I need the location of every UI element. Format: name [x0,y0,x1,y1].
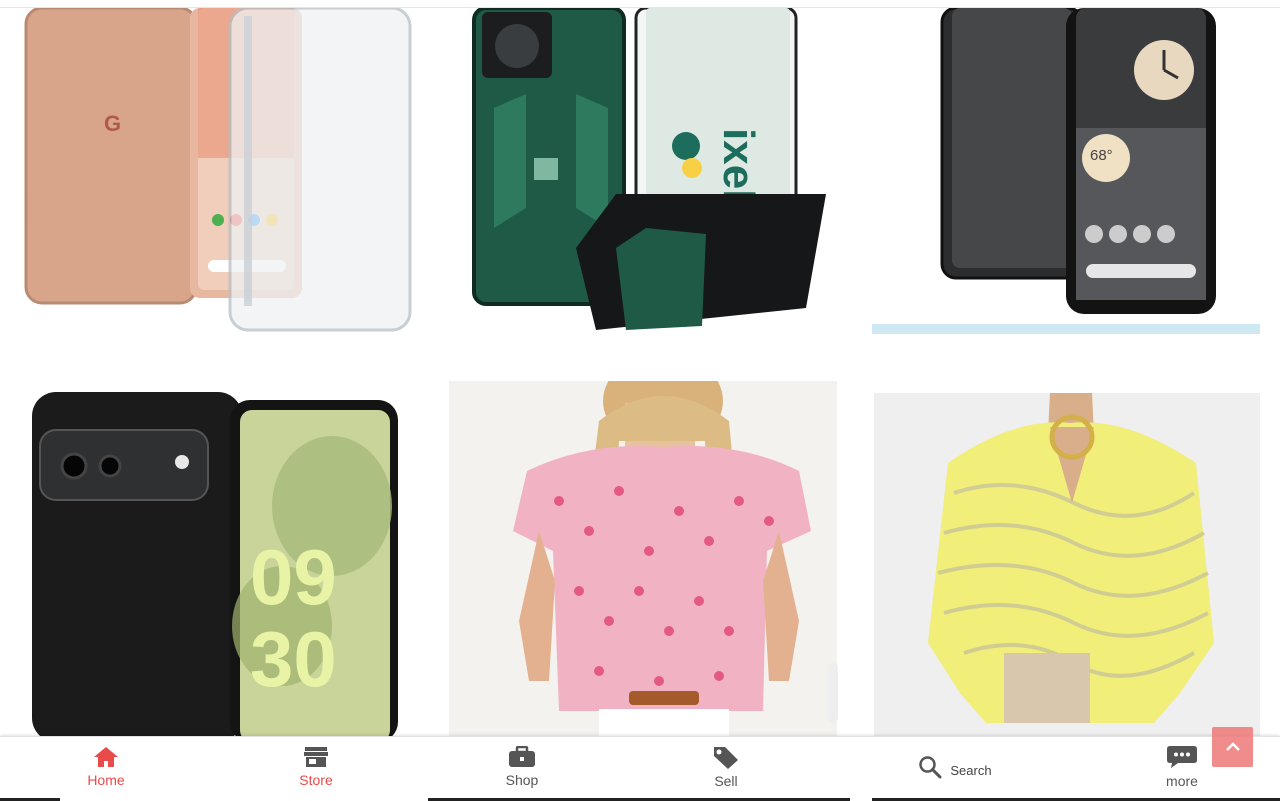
chevron-up-icon [1225,742,1240,751]
carousel-scroll-handle[interactable] [828,663,838,723]
product-card-black-rugged-case[interactable]: 09 30 [22,386,414,736]
nav-sell[interactable]: Sell [682,737,770,797]
product-card-clear-phone-case[interactable]: G [22,8,414,334]
nav-sell-label: Sell [714,773,738,789]
search-icon [919,756,942,779]
nav-shop[interactable]: Shop [478,737,566,797]
home-icon [94,747,118,767]
nav-home[interactable]: Home [62,737,150,797]
product-card-black-slim-case[interactable]: 68° [872,8,1260,334]
green-kickstand-case-image: ixel 6a [472,8,826,330]
black-slim-case-image: 68° [872,8,1260,334]
svg-text:30: 30 [250,615,337,703]
nav-home-label: Home [87,772,125,788]
nav-search-label: Search [950,763,992,778]
nav-store-label: Store [299,772,333,788]
nav-more-label: more [1166,773,1198,789]
product-card-green-kickstand-case[interactable]: ixel 6a [466,8,838,334]
product-card-yellow-striped-shirt[interactable] [874,393,1260,736]
store-icon [304,747,328,767]
clock-digits-printed-text: 09 [250,533,337,621]
svg-text:68°: 68° [1090,147,1113,164]
nav-search[interactable]: Search [900,737,1010,797]
briefcase-icon [509,746,535,767]
bottom-navigation-bar: Home Store Shop Sell Search more [0,736,1280,801]
product-card-pink-floral-blouse[interactable] [449,381,837,736]
top-divider [0,0,1280,8]
chat-icon [1167,746,1197,768]
svg-text:G: G [104,111,121,136]
clear-phone-case-image: G [24,8,412,332]
nav-store[interactable]: Store [272,737,360,797]
back-to-top-button[interactable] [1212,727,1253,767]
nav-shop-label: Shop [505,772,539,788]
product-grid: G ixel 6a [0,8,1280,736]
yellow-striped-shirt-image [874,393,1260,736]
black-rugged-case-image: 09 30 [32,392,398,736]
pink-floral-blouse-image [449,381,837,736]
tag-icon [714,747,738,769]
